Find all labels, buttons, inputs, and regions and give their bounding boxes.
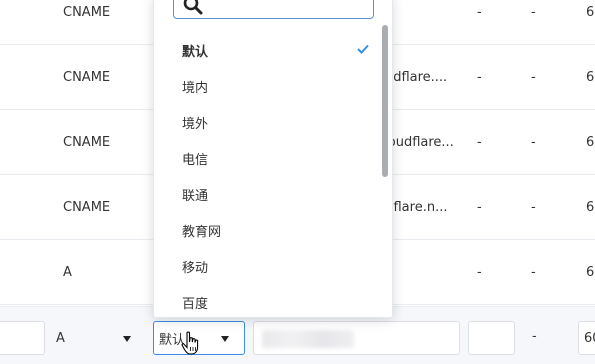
dropdown-option-telecom[interactable]: 电信	[154, 140, 380, 176]
dropdown-option-baidu[interactable]: 百度	[154, 284, 380, 317]
record-ttl: 60	[586, 199, 595, 215]
option-label: 境外	[182, 116, 209, 132]
dropdown-option-unicom[interactable]: 联通	[154, 176, 380, 212]
row-number	[0, 175, 12, 239]
ttl-input-value: 60	[584, 330, 595, 346]
option-label: 默认	[182, 44, 209, 60]
row-number	[0, 110, 12, 174]
record-mx: -	[531, 264, 536, 280]
record-line: -	[477, 134, 482, 150]
record-type: CNAME	[63, 134, 111, 150]
option-label: 教育网	[182, 224, 222, 240]
record-mx: -	[531, 134, 536, 150]
host-input[interactable]	[0, 321, 45, 355]
record-type: CNAME	[63, 69, 111, 85]
record-line: -	[477, 4, 482, 20]
type-select[interactable]: A	[47, 321, 147, 355]
dropdown-search-input[interactable]	[173, 0, 374, 19]
dropdown-option-domestic[interactable]: 境内	[154, 68, 380, 104]
record-type: CNAME	[63, 4, 111, 20]
row-number	[0, 45, 12, 109]
redacted-value	[262, 330, 354, 348]
mx-priority-input[interactable]	[468, 321, 515, 355]
record-type: CNAME	[63, 199, 111, 215]
chevron-down-icon	[123, 336, 131, 342]
dropdown-option-mobile[interactable]: 移动	[154, 248, 380, 284]
hand-cursor-icon	[181, 331, 199, 355]
chevron-down-icon	[221, 336, 229, 342]
search-icon	[183, 0, 203, 15]
row-number: 5	[0, 0, 12, 44]
ttl-input[interactable]: 60	[578, 321, 595, 355]
option-label: 境内	[182, 80, 209, 96]
record-mx: -	[531, 69, 536, 85]
record-type: A	[63, 264, 72, 280]
record-line: -	[477, 69, 482, 85]
dropdown-option-overseas[interactable]: 境外	[154, 104, 380, 140]
option-label: 联通	[182, 188, 209, 204]
dropdown-scrollbar[interactable]	[382, 25, 388, 177]
type-select-value: A	[56, 330, 65, 346]
option-label: 百度	[182, 296, 209, 312]
record-mx: -	[531, 199, 536, 215]
record-ttl: 60	[586, 4, 595, 20]
dropdown-option-default[interactable]: 默认	[154, 32, 380, 68]
record-line: -	[477, 264, 482, 280]
record-ttl: 60	[586, 69, 595, 85]
dropdown-option-education[interactable]: 教育网	[154, 212, 380, 248]
record-mx: -	[531, 4, 536, 20]
mx-placeholder-dash: -	[532, 329, 537, 344]
check-icon	[357, 44, 369, 54]
record-ttl: 60	[586, 264, 595, 280]
row-number	[0, 240, 12, 304]
option-label: 电信	[182, 152, 209, 168]
option-label: 移动	[182, 260, 209, 276]
record-ttl: 60	[586, 134, 595, 150]
line-dropdown[interactable]: 默认 境内 境外 电信 联通 教育网 移动 百度	[153, 0, 393, 318]
record-value-input[interactable]	[253, 321, 460, 355]
record-line: -	[477, 199, 482, 215]
